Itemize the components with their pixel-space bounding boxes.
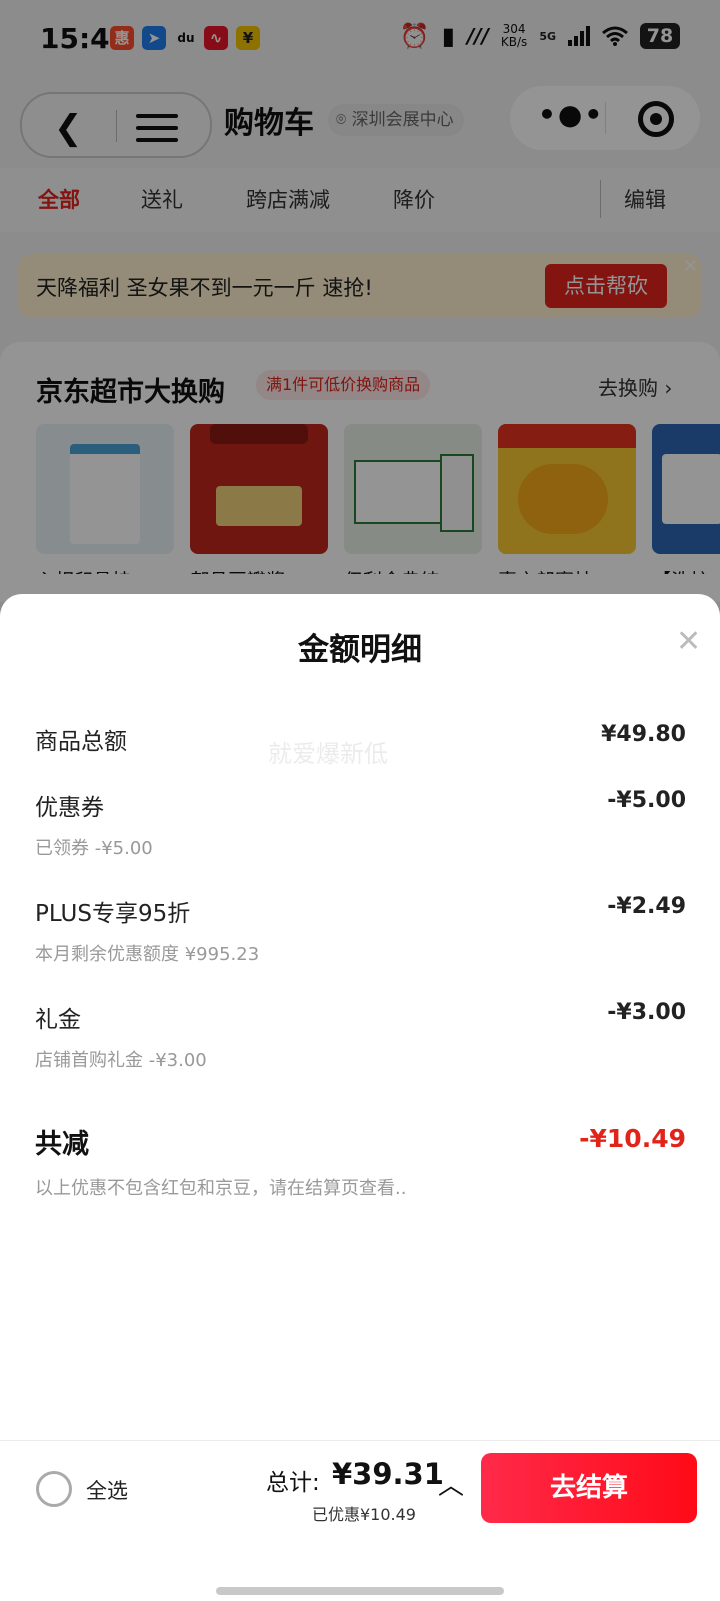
- row-sub-cash-gift: 店铺首购礼金 -¥3.00: [35, 1050, 207, 1071]
- select-all-label[interactable]: 全选: [86, 1475, 128, 1505]
- total-label: 总计:: [266, 1470, 320, 1496]
- row-value-cash-gift: -¥3.00: [607, 1000, 686, 1025]
- watermark: 就爱爆新低: [268, 740, 388, 768]
- saved-amount: 已优惠¥10.49: [312, 1505, 416, 1524]
- total-value: ¥39.31: [332, 1457, 444, 1491]
- discount-note: 以上优惠不包含红包和京豆，请在结算页查看..: [35, 1178, 407, 1199]
- home-indicator[interactable]: [216, 1587, 504, 1595]
- close-icon[interactable]: ✕: [676, 624, 701, 659]
- checkout-button[interactable]: 去结算: [481, 1453, 697, 1523]
- row-label-goods-total: 商品总额: [35, 729, 127, 755]
- row-value-coupon: -¥5.00: [607, 788, 686, 813]
- total-discount-label: 共减: [35, 1129, 89, 1160]
- chevron-up-icon[interactable]: ︿: [438, 1465, 464, 1502]
- row-value-goods-total: ¥49.80: [601, 722, 686, 747]
- row-sub-plus: 本月剩余优惠额度 ¥995.23: [35, 944, 260, 965]
- row-sub-coupon: 已领券 -¥5.00: [35, 838, 153, 859]
- row-label-plus: PLUS专享95折: [35, 901, 191, 927]
- row-label-coupon: 优惠券: [35, 795, 104, 821]
- select-all-radio[interactable]: [36, 1471, 72, 1507]
- row-label-cash-gift: 礼金: [35, 1007, 81, 1033]
- sheet-title: 金额明细: [298, 632, 422, 668]
- total-discount-value: -¥10.49: [579, 1124, 686, 1153]
- checkout-bar: 全选 总计: ¥39.31 已优惠¥10.49 ︿ 去结算: [0, 1440, 720, 1601]
- row-value-plus: -¥2.49: [607, 894, 686, 919]
